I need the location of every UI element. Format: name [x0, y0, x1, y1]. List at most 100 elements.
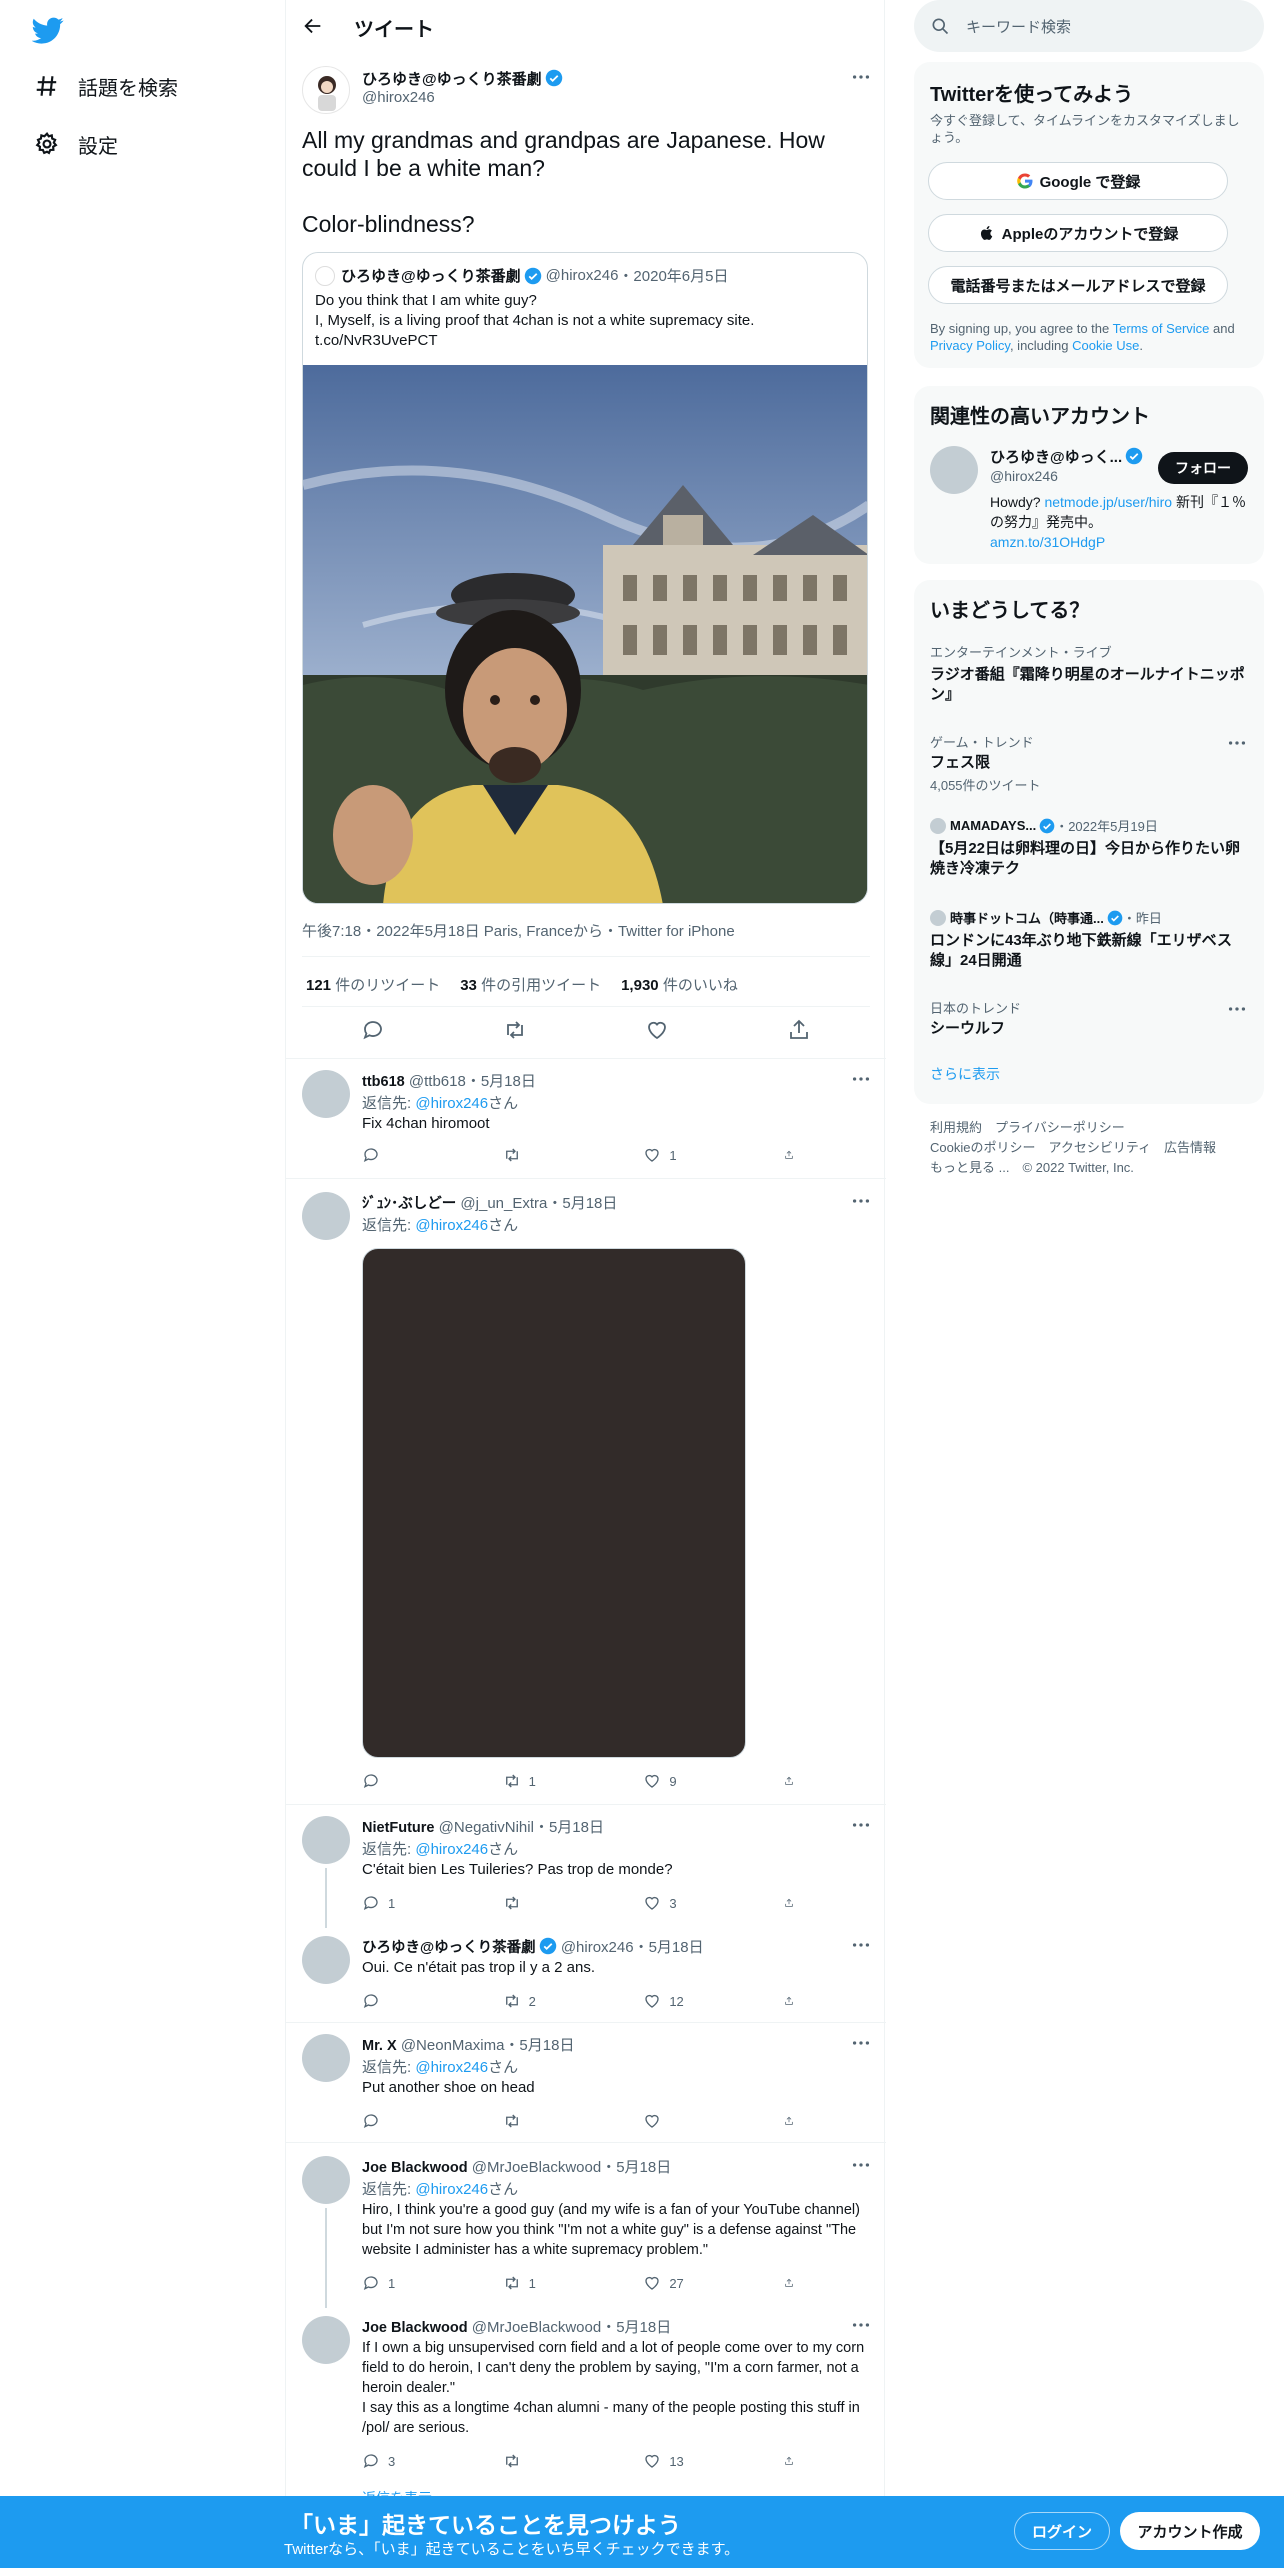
show-more-link[interactable]: さらに表示 — [930, 1064, 1000, 1084]
reply-author-name[interactable]: ひろゆき@ゆっくり茶番劇 — [362, 1940, 536, 1956]
more-options-icon[interactable] — [850, 2032, 872, 2054]
reply-button[interactable] — [362, 1992, 452, 2010]
footer-line-2[interactable]: Cookieのポリシー アクセシビリティ 広告情報 — [930, 1138, 1216, 1158]
reply-button[interactable]: 1 — [362, 1894, 452, 1912]
avatar[interactable] — [302, 1936, 350, 1984]
reply-media[interactable] — [362, 1248, 746, 1758]
reply-tweet[interactable]: NietFuture @NegativNihil・5月18日 返信先: @hir… — [286, 1804, 886, 1928]
share-button[interactable] — [784, 2452, 802, 2470]
reply-author-name[interactable]: ttb618 — [362, 1074, 405, 1090]
avatar[interactable] — [302, 2316, 350, 2364]
trend-item[interactable]: ゲーム・トレンド フェス限 4,055件のツイート — [930, 732, 1250, 794]
more-options-icon[interactable] — [850, 66, 872, 88]
more-options-icon[interactable] — [850, 2154, 872, 2176]
back-arrow-icon[interactable] — [302, 15, 326, 39]
mention-link[interactable]: @hirox246 — [415, 1217, 488, 1234]
reply-author-handle[interactable]: @hirox246 — [561, 1939, 634, 1956]
like-button[interactable]: 12 — [643, 1992, 733, 2010]
share-button[interactable] — [784, 1146, 802, 1164]
reply-button[interactable] — [362, 2112, 452, 2130]
retweet-icon[interactable] — [503, 1018, 527, 1042]
reply-tweet[interactable]: Joe Blackwood @MrJoeBlackwood・5月18日 返信先:… — [286, 2142, 886, 2308]
reply-author-name[interactable]: NietFuture — [362, 1820, 435, 1836]
bio-link-2[interactable]: amzn.to/31OHdgP — [990, 534, 1105, 550]
reply-date[interactable]: ・5月18日 — [601, 2159, 671, 2176]
retweet-stat[interactable]: 121 件のリツイート — [306, 974, 440, 995]
retweet-button[interactable] — [503, 2112, 593, 2130]
like-stat[interactable]: 1,930 件のいいね — [621, 974, 738, 995]
nav-explore[interactable]: 話題を検索 — [34, 66, 178, 106]
reply-author-handle[interactable]: @MrJoeBlackwood — [472, 2159, 601, 2176]
cookie-link[interactable]: Cookie Use — [1072, 338, 1139, 353]
twitter-bird-icon[interactable] — [32, 14, 64, 46]
reply-tweet[interactable]: Joe Blackwood @MrJoeBlackwood・5月18日 If I… — [286, 2306, 886, 2506]
reply-button[interactable] — [362, 1146, 452, 1164]
reply-author-handle[interactable]: @ttb618 — [409, 1073, 466, 1090]
trend-item[interactable]: 時事ドットコム（時事通... ・昨日 ロンドンに43年ぶり地下鉄新線「エリザベス… — [930, 908, 1250, 971]
reply-tweet[interactable]: ひろゆき@ゆっくり茶番劇 @hirox246・5月18日 Oui. Ce n'é… — [286, 1924, 886, 2022]
like-button[interactable]: 27 — [643, 2274, 733, 2292]
mention-link[interactable]: @hirox246 — [415, 1095, 488, 1112]
share-icon[interactable] — [787, 1018, 811, 1042]
login-button[interactable]: ログイン — [1014, 2512, 1110, 2550]
share-button[interactable] — [784, 1772, 802, 1790]
reply-author-name[interactable]: Mr. X — [362, 2038, 397, 2054]
reply-button[interactable]: 3 — [362, 2452, 452, 2470]
like-button[interactable] — [643, 2112, 733, 2130]
retweet-button[interactable]: 1 — [503, 2274, 593, 2292]
trend-item[interactable]: MAMADAYS... ・2022年5月19日 【5月22日は卵料理の日】今日か… — [930, 816, 1250, 879]
like-button[interactable]: 3 — [643, 1894, 733, 1912]
related-name-row[interactable]: ひろゆき@ゆっく... — [990, 446, 1143, 467]
reply-date[interactable]: ・5月18日 — [634, 1939, 704, 1956]
reply-date[interactable]: ・5月18日 — [547, 1195, 617, 1212]
retweet-button[interactable] — [503, 2452, 593, 2470]
phone-signup-button[interactable]: 電話番号またはメールアドレスで登録 — [928, 266, 1228, 304]
like-icon[interactable] — [645, 1018, 669, 1042]
more-options-icon[interactable] — [850, 1190, 872, 1212]
reply-date[interactable]: ・5月18日 — [466, 1073, 536, 1090]
author-avatar[interactable] — [302, 66, 350, 114]
avatar[interactable] — [302, 2156, 350, 2204]
footer-line-1[interactable]: 利用規約 プライバシーポリシー — [930, 1118, 1216, 1138]
share-button[interactable] — [784, 1894, 802, 1912]
avatar[interactable] — [302, 1070, 350, 1118]
mention-link[interactable]: @hirox246 — [415, 2059, 488, 2076]
more-options-icon[interactable] — [1226, 732, 1248, 754]
more-options-icon[interactable] — [850, 1934, 872, 1956]
search-input[interactable]: キーワード検索 — [966, 16, 1071, 37]
avatar[interactable] — [302, 1816, 350, 1864]
more-options-icon[interactable] — [850, 1814, 872, 1836]
reply-icon[interactable] — [361, 1018, 385, 1042]
like-button[interactable]: 1 — [643, 1146, 733, 1164]
trend-item[interactable]: 日本のトレンド シーウルフ — [930, 998, 1250, 1039]
terms-link[interactable]: Terms of Service — [1113, 321, 1210, 336]
quote-stat[interactable]: 33 件の引用ツイート — [460, 974, 601, 995]
search-box[interactable]: キーワード検索 — [914, 0, 1264, 52]
more-options-icon[interactable] — [1226, 998, 1248, 1020]
share-button[interactable] — [784, 2274, 802, 2292]
avatar[interactable] — [302, 1192, 350, 1240]
quoted-tweet[interactable]: ひろゆき@ゆっくり茶番劇 @hirox246 ・2020年6月5日 Do you… — [302, 252, 868, 904]
reply-author-handle[interactable]: @NeonMaxima — [401, 2037, 505, 2054]
retweet-button[interactable] — [503, 1146, 593, 1164]
apple-signup-button[interactable]: Appleのアカウントで登録 — [928, 214, 1228, 252]
create-account-button[interactable]: アカウント作成 — [1120, 2512, 1260, 2550]
reply-author-name[interactable]: ｼﾞｭﾝ･ぶしどー — [362, 1196, 456, 1212]
author-handle[interactable]: @hirox246 — [362, 89, 435, 106]
reply-date[interactable]: ・5月18日 — [504, 2037, 574, 2054]
reply-tweet[interactable]: Mr. X @NeonMaxima・5月18日 返信先: @hirox246さん… — [286, 2022, 886, 2142]
reply-button[interactable] — [362, 1772, 452, 1790]
reply-button[interactable]: 1 — [362, 2274, 452, 2292]
more-options-icon[interactable] — [850, 1068, 872, 1090]
reply-tweet[interactable]: ttb618 @ttb618・5月18日 返信先: @hirox246さん Fi… — [286, 1058, 886, 1178]
reply-date[interactable]: ・5月18日 — [534, 1819, 604, 1836]
like-button[interactable]: 13 — [643, 2452, 733, 2470]
avatar[interactable] — [930, 446, 978, 494]
avatar[interactable] — [302, 2034, 350, 2082]
retweet-button[interactable] — [503, 1894, 593, 1912]
privacy-link[interactable]: Privacy Policy — [930, 338, 1010, 353]
reply-author-handle[interactable]: @NegativNihil — [439, 1819, 534, 1836]
reply-tweet[interactable]: ｼﾞｭﾝ･ぶしどー @j_un_Extra・5月18日 返信先: @hirox2… — [286, 1178, 886, 1804]
more-options-icon[interactable] — [850, 2314, 872, 2336]
mention-link[interactable]: @hirox246 — [415, 1841, 488, 1858]
